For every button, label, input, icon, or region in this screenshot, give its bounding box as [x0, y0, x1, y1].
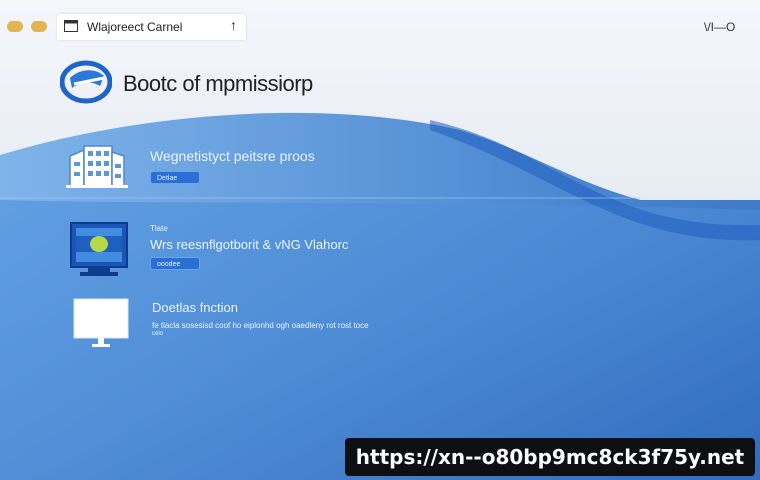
- window-dot-icon[interactable]: [31, 21, 47, 32]
- section-3-title: Doetlas fnction: [152, 300, 238, 315]
- url-watermark: https://xn--o80bp9mc8ck3f75y.net: [345, 438, 755, 476]
- logo-icon: [60, 60, 112, 104]
- monitor-icon: [70, 222, 128, 276]
- section-2-title: Wrs reesnflgotborit & vNG Vlahorc: [150, 237, 349, 252]
- section-1-button[interactable]: Detlae: [150, 171, 200, 184]
- section-3-description: fe tlacla sosesisd coof ho eiplonhd ogh …: [152, 321, 369, 330]
- section-3-meta: celo: [152, 331, 164, 337]
- building-icon: [66, 145, 128, 188]
- section-2-kicker: Tlate: [150, 224, 168, 233]
- window-dot-icon[interactable]: [7, 21, 23, 32]
- browser-tab[interactable]: Wlajoreect Carnel ↑: [57, 14, 246, 40]
- title-bar: Wlajoreect Carnel ↑ \/Ι—Ο: [0, 0, 760, 44]
- section-2-button[interactable]: ooodee: [150, 257, 200, 270]
- app-title: Bootc of mpmissiorp: [123, 71, 313, 96]
- tab-icon: [64, 20, 78, 32]
- section-1-title: Wegnetistyct peitsre proos: [150, 148, 315, 164]
- window-controls[interactable]: \/Ι—Ο: [704, 20, 735, 34]
- tab-title: Wlajoreect Carnel: [87, 20, 183, 34]
- tab-close-icon[interactable]: ↑: [230, 17, 237, 33]
- display-icon: [73, 298, 129, 347]
